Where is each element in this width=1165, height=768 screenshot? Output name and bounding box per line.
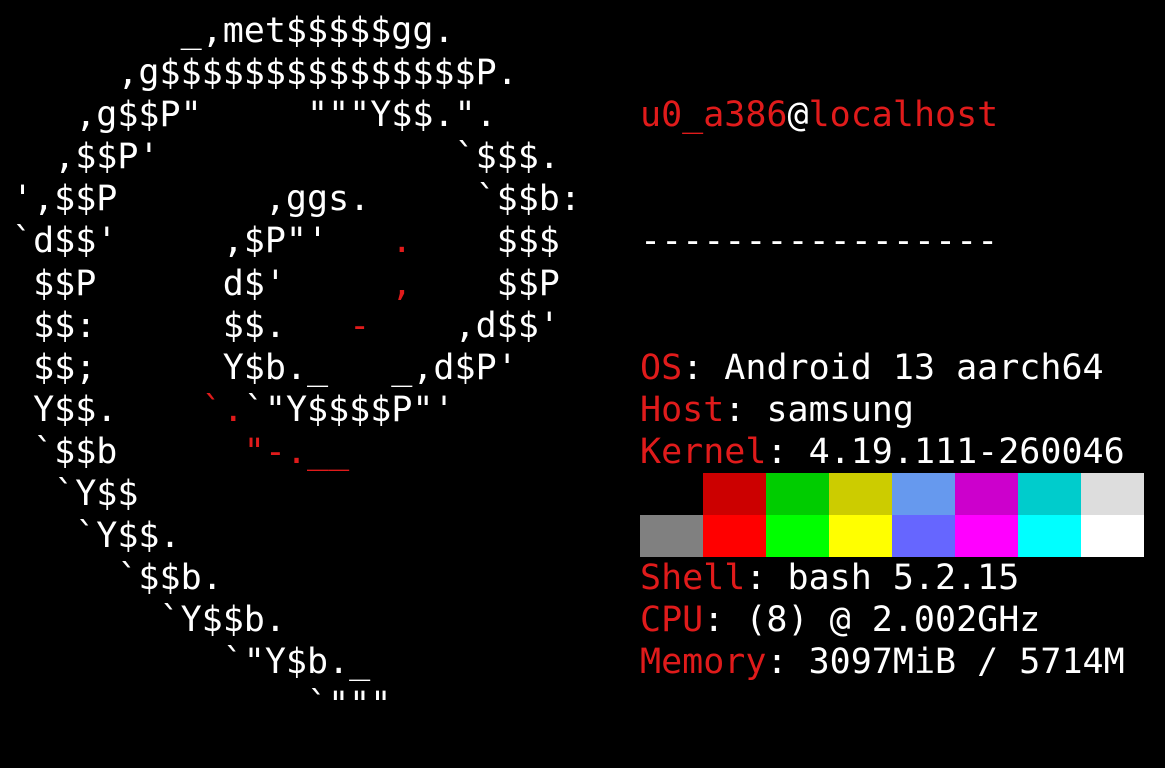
logo-segment: `$$b.	[12, 558, 223, 599]
logo-segment: `Y$$b.	[12, 600, 286, 641]
info-label: OS	[640, 347, 683, 388]
logo-segment: $$: $$.	[12, 305, 350, 346]
info-field-cpu: CPU: (8) @ 2.002GHz	[640, 599, 1125, 641]
hostname: localhost	[808, 95, 999, 136]
palette-row-bright	[640, 515, 1144, 557]
info-value: : 4.19.111-260046	[766, 431, 1125, 472]
logo-line: `"Y$b._	[12, 641, 581, 683]
info-field-os: OS: Android 13 aarch64	[640, 347, 1125, 389]
logo-line: `"""	[12, 684, 581, 726]
color-swatch-normal-6	[1018, 473, 1081, 515]
logo-line: _,met$$$$$gg.	[12, 10, 581, 52]
logo-segment: $$P	[412, 263, 560, 304]
info-value: : samsung	[724, 389, 914, 430]
color-palette	[640, 473, 1144, 557]
color-swatch-normal-3	[829, 473, 892, 515]
info-field-shell: Shell: bash 5.2.15	[640, 557, 1125, 599]
at-sign: @	[787, 95, 809, 136]
color-swatch-bright-5	[955, 515, 1018, 557]
color-swatch-normal-5	[955, 473, 1018, 515]
user-host-line: u0_a386@localhost	[640, 94, 1125, 136]
logo-accent-segment: "-.__	[243, 431, 350, 472]
color-swatch-normal-2	[766, 473, 829, 515]
logo-line: $$; Y$b._ _,d$P'	[12, 347, 581, 389]
logo-segment: ,g$$P" """Y$$.".	[12, 95, 497, 136]
logo-line: `Y$$	[12, 473, 581, 515]
palette-row-normal	[640, 473, 1144, 515]
logo-accent-segment: .	[391, 221, 413, 262]
logo-line: ,g$$P" """Y$$.".	[12, 94, 581, 136]
logo-segment: ,$$P' `$$$.	[12, 137, 560, 178]
separator-line: -----------------	[640, 221, 999, 262]
color-swatch-bright-0	[640, 515, 703, 557]
info-value: : (8) @ 2.002GHz	[703, 600, 1041, 641]
logo-segment: $$; Y$b._ _,d$P'	[12, 347, 518, 388]
username: u0_a386	[640, 95, 788, 136]
color-swatch-bright-4	[892, 515, 955, 557]
logo-segment: ,d$$'	[370, 305, 560, 346]
color-swatch-bright-7	[1081, 515, 1144, 557]
logo-line: `d$$' ,$P"' . $$$	[12, 220, 581, 262]
logo-line: ,$$P' `$$$.	[12, 136, 581, 178]
logo-accent-segment: -	[349, 305, 371, 346]
info-value: : 3097MiB / 5714M	[766, 642, 1125, 683]
logo-line: $$P d$' , $$P	[12, 263, 581, 305]
color-swatch-bright-6	[1018, 515, 1081, 557]
logo-line: Y$$. `.`"Y$$$$P"'	[12, 389, 581, 431]
terminal-window[interactable]: _,met$$$$$gg. ,g$$$$$$$$$$$$$$$P. ,g$$P"…	[0, 0, 1165, 725]
info-label: Shell	[640, 558, 746, 599]
color-swatch-normal-4	[892, 473, 955, 515]
logo-segment: `Y$$	[12, 474, 139, 515]
logo-segment: $$$	[412, 221, 560, 262]
logo-segment: ,g$$$$$$$$$$$$$$$P.	[12, 53, 518, 94]
system-info: u0_a386@localhost ----------------- OS: …	[640, 10, 1125, 768]
info-field-host: Host: samsung	[640, 389, 1125, 431]
logo-segment: Y$$.	[12, 389, 202, 430]
info-label: Memory	[640, 642, 767, 683]
logo-line: `$$b "-.__	[12, 431, 581, 473]
color-swatch-normal-1	[703, 473, 766, 515]
debian-ascii-logo: _,met$$$$$gg. ,g$$$$$$$$$$$$$$$P. ,g$$P"…	[12, 10, 581, 726]
logo-segment: `"Y$b._	[12, 642, 371, 683]
logo-segment: _,met$$$$$gg.	[12, 11, 455, 51]
logo-segment: `"Y$$$$P"'	[243, 389, 455, 430]
logo-segment: $$P d$'	[12, 263, 392, 304]
info-value: : Android 13 aarch64	[682, 347, 1104, 388]
color-swatch-normal-7	[1081, 473, 1144, 515]
info-field-memory: Memory: 3097MiB / 5714M	[640, 641, 1125, 683]
logo-line: `Y$$.	[12, 515, 581, 557]
logo-segment: `$$b	[12, 431, 244, 472]
logo-segment: `Y$$.	[12, 516, 181, 557]
logo-segment: `d$$' ,$P"'	[12, 221, 392, 262]
info-value: : bash 5.2.15	[745, 558, 1020, 599]
color-swatch-normal-0	[640, 473, 703, 515]
logo-line: $$: $$. - ,d$$'	[12, 305, 581, 347]
logo-segment: `"""	[12, 684, 392, 725]
logo-line: ',$$P ,ggs. `$$b:	[12, 178, 581, 220]
color-swatch-bright-3	[829, 515, 892, 557]
info-label: Host	[640, 389, 725, 430]
logo-accent-segment: ,	[391, 263, 413, 304]
logo-line: ,g$$$$$$$$$$$$$$$P.	[12, 52, 581, 94]
color-swatch-bright-2	[766, 515, 829, 557]
info-label: CPU	[640, 600, 704, 641]
color-swatch-bright-1	[703, 515, 766, 557]
info-field-kernel: Kernel: 4.19.111-260046	[640, 431, 1125, 473]
logo-line: `Y$$b.	[12, 599, 581, 641]
info-label: Kernel	[640, 431, 767, 472]
logo-accent-segment: `.	[201, 389, 244, 430]
logo-line: `$$b.	[12, 557, 581, 599]
logo-segment: ',$$P ,ggs. `$$b:	[12, 179, 581, 220]
